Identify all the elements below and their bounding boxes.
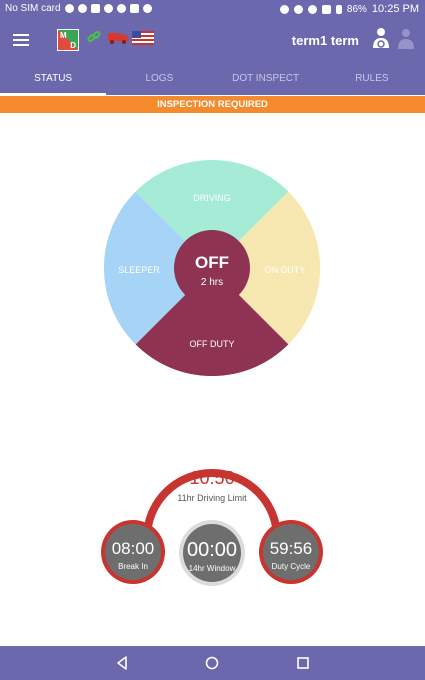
break-timer-label: Break In — [118, 562, 148, 571]
truck-icon[interactable] — [108, 32, 129, 44]
app-bar: M D term1 term — [0, 18, 425, 63]
codriver-icon[interactable] — [397, 28, 415, 50]
system-status-bar: No SIM card 86% 10:25 PM — [0, 0, 425, 18]
wifi-icon — [307, 4, 317, 14]
driving-limit-value: 10:56 — [189, 468, 234, 488]
us-flag-icon[interactable] — [132, 31, 154, 45]
bluetooth-icon — [293, 4, 303, 14]
window-timer[interactable]: 00:00 14hr Window — [179, 520, 245, 586]
shield-icon — [64, 4, 74, 13]
tab-dot-inspect[interactable]: DOT INSPECT — [213, 63, 319, 95]
tab-rules[interactable]: RULES — [319, 63, 425, 95]
tab-bar: STATUS LOGS DOT INSPECT RULES — [0, 63, 425, 95]
image-icon — [129, 4, 139, 13]
tab-logs[interactable]: LOGS — [106, 63, 212, 95]
cycle-timer[interactable]: 59:56 Duty Cycle — [259, 520, 323, 584]
user-name[interactable]: term1 term — [292, 33, 359, 48]
clock: 10:25 PM — [371, 3, 419, 15]
off-duty-label: OFF DUTY — [190, 339, 235, 349]
battery-icon — [335, 4, 342, 14]
system-nav-bar — [0, 646, 425, 680]
vpn-icon — [77, 4, 87, 13]
connection-link-icon[interactable] — [87, 30, 101, 44]
current-status: OFF — [195, 253, 229, 272]
break-timer[interactable]: 08:00 Break In — [101, 520, 165, 584]
tab-status[interactable]: STATUS — [0, 63, 107, 95]
window-timer-label: 14hr Window — [189, 564, 236, 573]
break-timer-value: 08:00 — [112, 539, 155, 558]
recents-icon[interactable] — [295, 655, 311, 671]
current-duration: 2 hrs — [201, 277, 223, 288]
window-timer-value: 00:00 — [187, 539, 237, 561]
inspection-banner[interactable]: INSPECTION REQUIRED — [0, 96, 425, 113]
menu-icon[interactable] — [13, 34, 29, 46]
bird-icon-2 — [142, 4, 152, 13]
bird-icon — [116, 4, 126, 13]
cycle-timer-value: 59:56 — [270, 539, 313, 558]
location-icon — [279, 4, 289, 14]
nfc-icon — [321, 4, 331, 14]
duty-status-wheel: DRIVING ON DUTY OFF DUTY SLEEPER OFF 2 h… — [104, 160, 320, 376]
on-duty-label: ON DUTY — [265, 265, 306, 275]
carrier-text: No SIM card — [5, 3, 61, 14]
hos-timers: 10:56 11hr Driving Limit 08:00 Break In … — [0, 440, 425, 600]
cycle-timer-label: Duty Cycle — [272, 562, 311, 571]
cloud-icon — [103, 4, 113, 13]
app-logo: M D — [57, 29, 79, 51]
back-icon[interactable] — [114, 655, 130, 671]
sleeper-label: SLEEPER — [118, 265, 160, 275]
home-icon[interactable] — [204, 655, 220, 671]
driving-limit-label: 11hr Driving Limit — [177, 493, 247, 503]
battery-percent: 86% — [346, 3, 367, 15]
square-icon — [90, 4, 100, 13]
driving-label: DRIVING — [193, 193, 231, 203]
driver-icon[interactable] — [371, 27, 391, 49]
